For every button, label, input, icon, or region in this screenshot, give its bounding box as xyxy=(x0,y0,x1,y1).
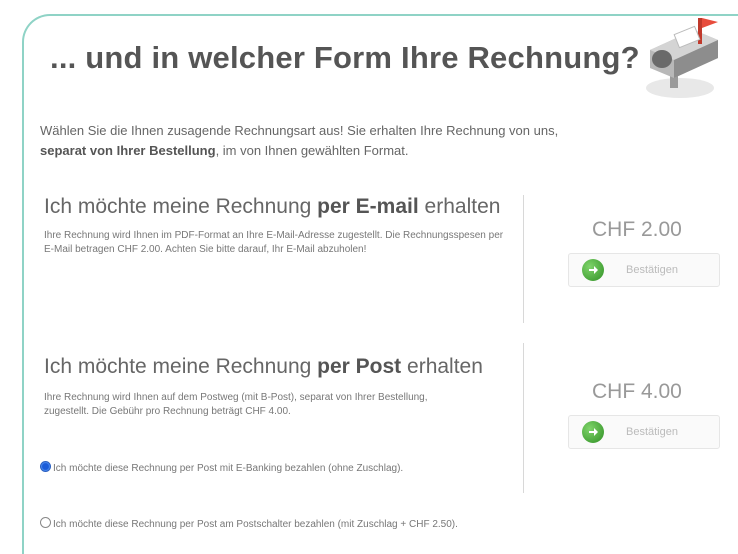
post-option-title: Ich möchte meine Rechnung per Post erhal… xyxy=(44,355,483,378)
email-confirm-button[interactable]: Bestätigen xyxy=(568,253,720,287)
divider xyxy=(523,343,524,493)
confirm-label: Bestätigen xyxy=(626,264,678,276)
arrow-right-icon xyxy=(582,421,604,443)
radio-postschalter[interactable]: Ich möchte diese Rechnung per Post am Po… xyxy=(40,517,510,533)
email-option-description: Ihre Rechnung wird Ihnen im PDF-Format a… xyxy=(44,230,504,255)
intro-bold: separat von Ihrer Bestellung xyxy=(40,143,216,158)
confirm-label: Bestätigen xyxy=(626,426,678,438)
post-option-description: Ihre Rechnung wird Ihnen auf dem Postweg… xyxy=(44,392,428,417)
divider xyxy=(523,195,524,323)
post-price: CHF 4.00 xyxy=(592,380,682,403)
intro-text: Wählen Sie die Ihnen zusagende Rechnungs… xyxy=(40,123,559,158)
mailbox-icon xyxy=(636,16,728,104)
email-price: CHF 2.00 xyxy=(592,218,682,241)
email-option-title: Ich möchte meine Rechnung per E-mail erh… xyxy=(44,195,501,218)
radio-unselected-icon[interactable] xyxy=(40,517,51,528)
arrow-right-icon xyxy=(582,259,604,281)
page-title: ... und in welcher Form Ihre Rechnung? xyxy=(50,40,640,75)
post-confirm-button[interactable]: Bestätigen xyxy=(568,415,720,449)
radio-ebanking[interactable]: Ich möchte diese Rechnung per Post mit E… xyxy=(40,461,510,477)
radio-selected-icon[interactable] xyxy=(40,461,51,472)
